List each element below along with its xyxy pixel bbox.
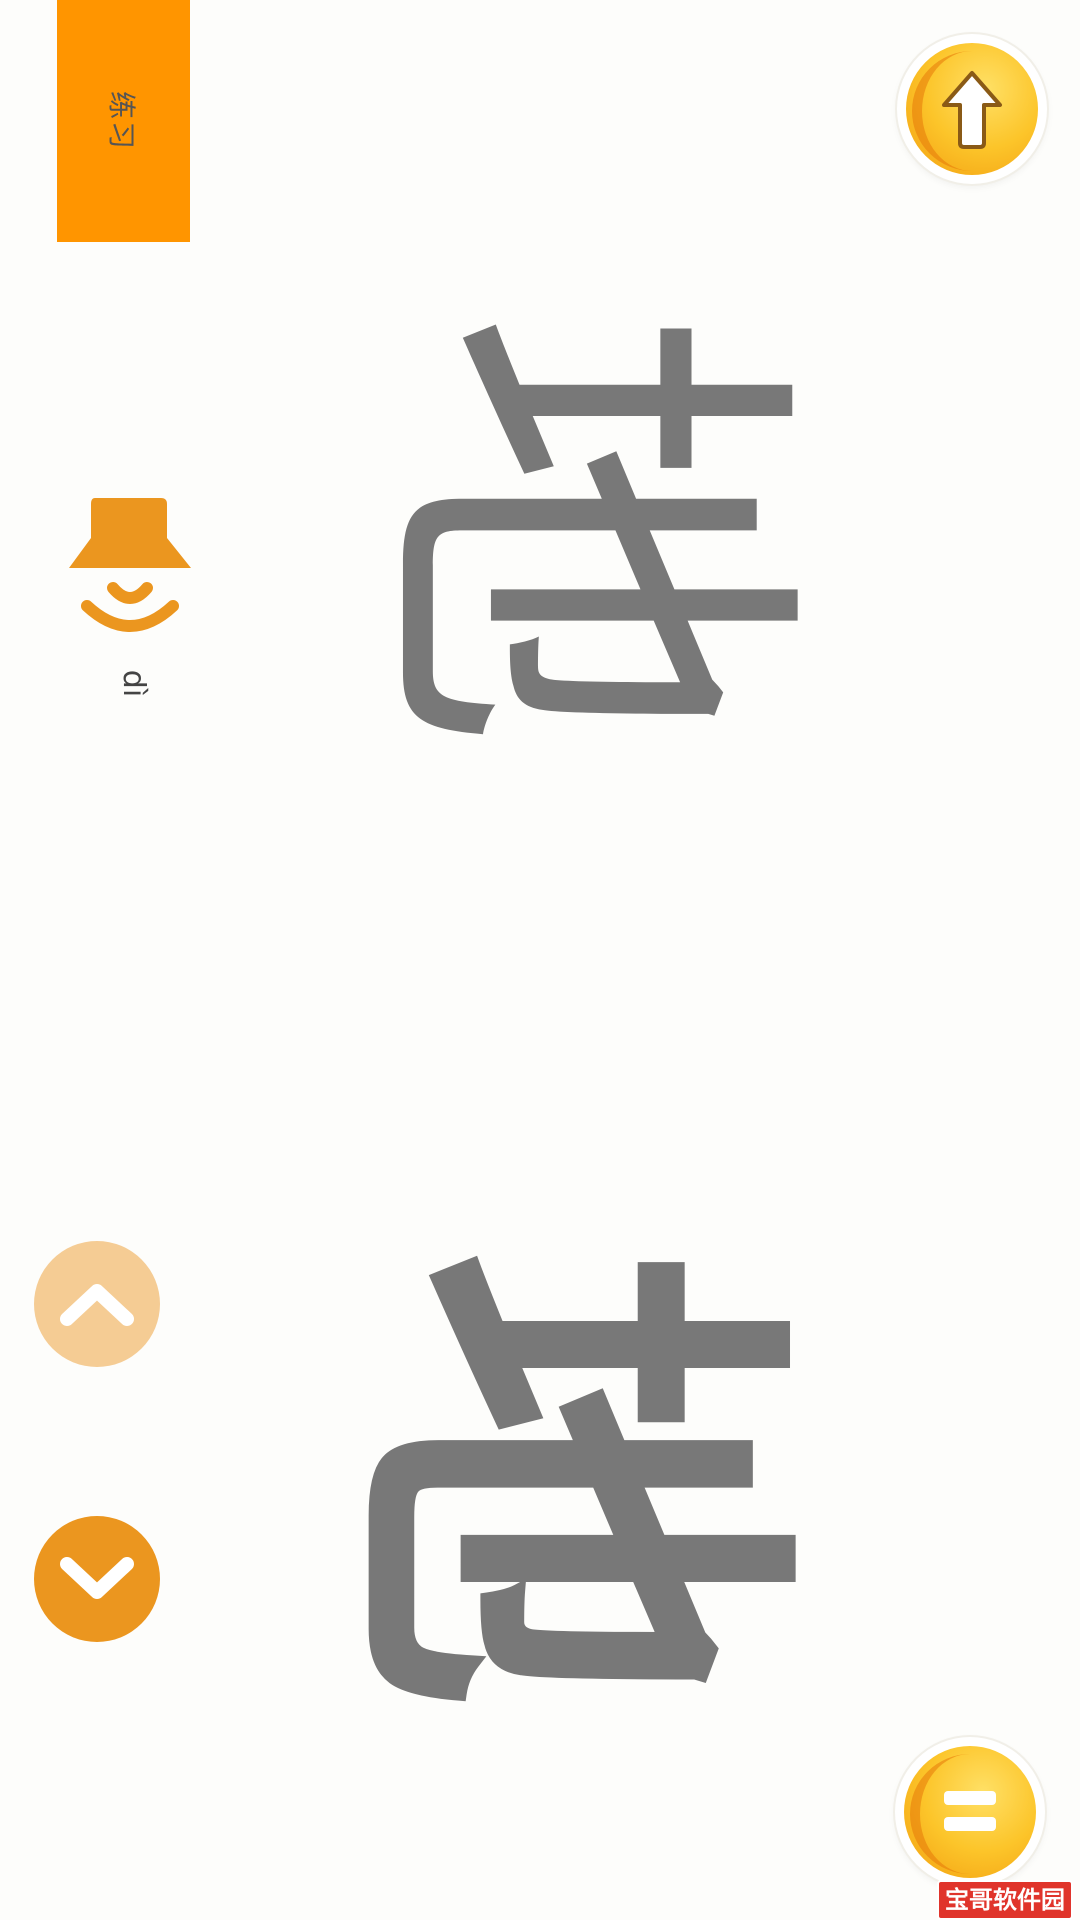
practice-tab[interactable]: 练习 [57,0,190,242]
pinyin-label: dì [116,669,152,698]
calligraphy-character: 地 [324,310,836,750]
previous-character-button[interactable] [34,1241,160,1367]
equals-icon [944,1791,996,1831]
pronunciation-block: dì [65,498,195,708]
menu-button[interactable] [895,1737,1045,1887]
calligraphy-character-area: 地 [324,250,836,810]
upload-button[interactable] [897,34,1047,184]
watermark: 宝哥软件园 [937,1880,1073,1920]
gold-disc [906,43,1038,175]
next-character-button[interactable] [34,1516,160,1642]
block-character: 地 [293,1250,828,1710]
gold-disc [904,1746,1036,1878]
practice-screen: 练习 dì 地 地 宝哥软件园 [0,0,1080,1920]
block-character-area[interactable]: 地 [293,1210,828,1750]
practice-tab-label: 练习 [105,90,139,152]
arrow-up-icon [942,71,1002,149]
speaker-icon[interactable] [65,498,195,648]
chevron-down-icon [60,1557,134,1599]
chevron-up-icon [60,1284,134,1326]
